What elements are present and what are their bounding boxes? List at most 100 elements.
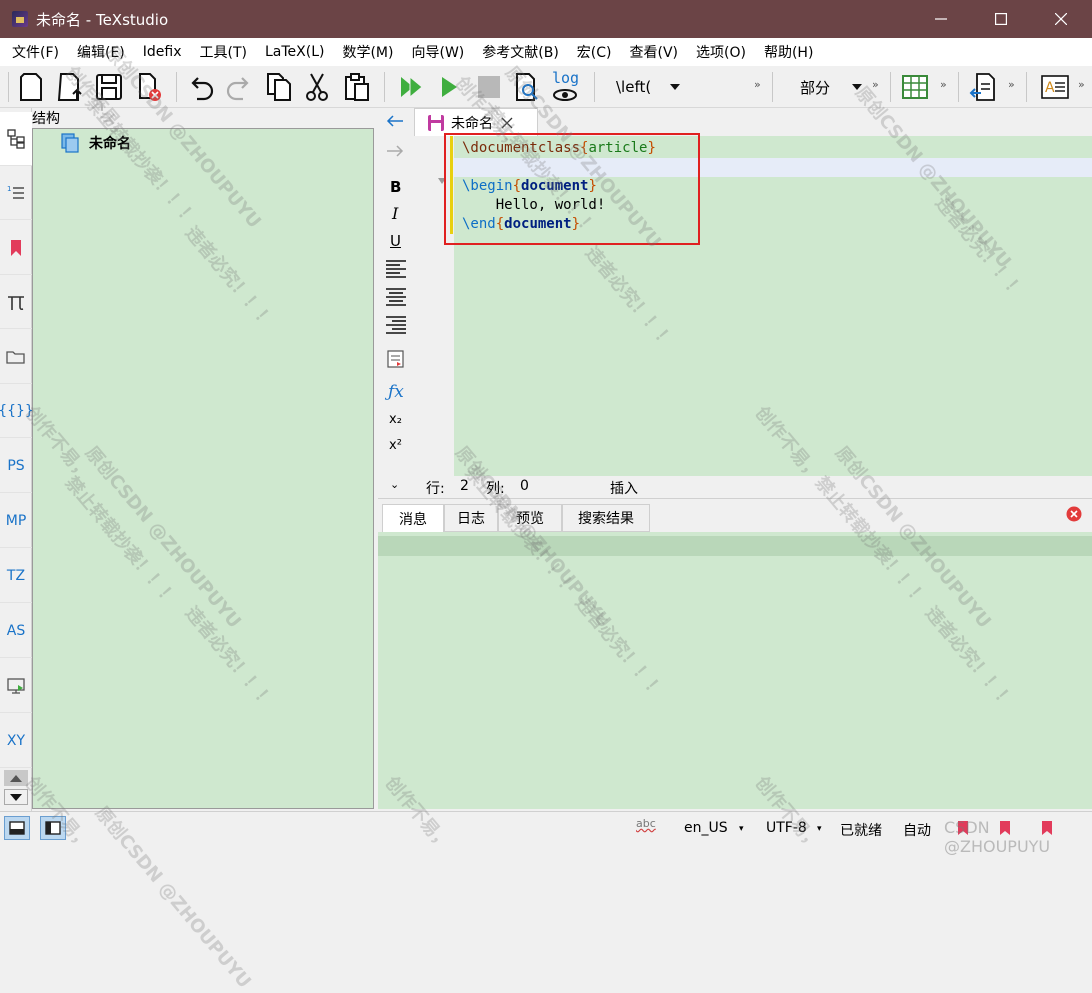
maximize-button[interactable]: [978, 0, 1024, 38]
close-window-button[interactable]: [1038, 0, 1084, 38]
close-panel-button[interactable]: [1066, 506, 1082, 526]
toolbar-separator: [8, 72, 9, 102]
spellcheck-icon[interactable]: abc: [636, 817, 656, 830]
compile-button[interactable]: [432, 70, 466, 104]
subscript-button[interactable]: x₂: [389, 412, 402, 427]
align-left-button[interactable]: [386, 260, 406, 282]
side-panel-bar: 1 {{}} PS MP TZ AS XY: [0, 108, 34, 811]
left-delimiter-combo[interactable]: \left(: [604, 73, 684, 101]
sidebar-item-tz[interactable]: TZ: [0, 549, 32, 603]
toggle-sidebar-button[interactable]: [4, 816, 30, 840]
code-argument: article: [588, 140, 648, 156]
toolbar-overflow[interactable]: »: [940, 78, 947, 91]
toolbar-overflow[interactable]: »: [872, 78, 879, 91]
bold-button[interactable]: B: [390, 178, 401, 196]
forward-button[interactable]: [386, 144, 404, 162]
toolbar-overflow[interactable]: »: [754, 78, 761, 91]
view-log-button[interactable]: log: [548, 69, 582, 104]
tab-preview[interactable]: 预览: [498, 504, 562, 532]
sidebar-item-as[interactable]: AS: [0, 604, 32, 658]
new-file-button[interactable]: [14, 70, 48, 104]
symbols-panel-button[interactable]: [0, 275, 32, 329]
chevron-down-icon: [670, 84, 680, 90]
menu-file[interactable]: 文件(F): [4, 42, 69, 62]
minimize-button[interactable]: [918, 0, 964, 38]
structure-panel-button[interactable]: [0, 112, 32, 166]
toggle-output-button[interactable]: [40, 816, 66, 840]
align-right-button[interactable]: [386, 316, 406, 338]
code-line: \begin{document}: [454, 177, 597, 196]
menu-edit[interactable]: 编辑(E): [69, 42, 135, 62]
sidebar-item-label: TZ: [6, 567, 26, 584]
encoding-selector[interactable]: UTF-8: [766, 820, 807, 836]
menu-tools[interactable]: 工具(T): [192, 42, 257, 62]
menu-bibliography[interactable]: 参考文献(B): [474, 42, 569, 62]
save-button[interactable]: [92, 70, 126, 104]
view-pdf-button[interactable]: [510, 70, 544, 104]
document-lines-icon: [387, 350, 404, 368]
build-and-view-button[interactable]: [394, 70, 428, 104]
tab-search-results[interactable]: 搜索结果: [562, 504, 650, 532]
sidebar-item-xy[interactable]: XY: [0, 714, 32, 768]
chevron-up-icon: [10, 774, 22, 782]
code-editor[interactable]: \documentclass{article} \begin{document}…: [414, 136, 1092, 476]
row-value: 2: [460, 478, 469, 494]
redo-button[interactable]: [222, 70, 256, 104]
structure-panel: 未命名: [32, 128, 374, 809]
text-style-button[interactable]: A: [1038, 70, 1072, 104]
tab-messages[interactable]: 消息: [382, 504, 444, 532]
numbered-list-icon: 1: [7, 185, 24, 199]
sidebar-item-ps[interactable]: PS: [0, 439, 32, 493]
structure-root-node[interactable]: 未命名: [61, 133, 131, 153]
new-from-template-button[interactable]: [54, 70, 88, 104]
toolbar-overflow[interactable]: »: [1078, 78, 1085, 91]
preview-panel-button[interactable]: [0, 659, 32, 713]
scroll-down-button[interactable]: [4, 789, 28, 805]
cut-icon: [306, 73, 328, 101]
language-selector[interactable]: en_US: [684, 820, 728, 836]
copy-button[interactable]: [262, 70, 296, 104]
fold-icon[interactable]: [438, 178, 446, 184]
view-pdf-icon: [516, 73, 538, 101]
chevron-double-down-icon[interactable]: ⌄: [390, 478, 399, 491]
undo-icon: [191, 77, 214, 101]
align-center-button[interactable]: [386, 288, 406, 310]
toc-panel-button[interactable]: 1: [0, 166, 32, 220]
close-document-button[interactable]: [132, 70, 166, 104]
italic-button[interactable]: I: [392, 204, 398, 223]
menu-view[interactable]: 查看(V): [622, 42, 689, 62]
close-tab-icon[interactable]: [501, 117, 513, 129]
tabular-button[interactable]: [898, 70, 932, 104]
menu-latex[interactable]: LaTeX(L): [257, 44, 334, 60]
menu-wizards[interactable]: 向导(W): [403, 42, 474, 62]
code-environment: document: [504, 216, 572, 232]
insert-ref-button[interactable]: [966, 70, 1000, 104]
superscript-button[interactable]: x²: [389, 438, 402, 453]
math-mode-button[interactable]: ƒx: [388, 382, 404, 402]
section-combo[interactable]: 部分: [786, 73, 866, 101]
tab-log[interactable]: 日志: [444, 504, 498, 532]
files-panel-button[interactable]: [0, 330, 32, 384]
back-button[interactable]: [386, 114, 404, 132]
underline-button[interactable]: U: [390, 232, 401, 250]
cut-button[interactable]: [300, 70, 334, 104]
menu-math[interactable]: 数学(M): [334, 42, 403, 62]
menu-help[interactable]: 帮助(H): [756, 42, 823, 62]
code-area[interactable]: \documentclass{article} \begin{document}…: [454, 136, 1092, 476]
menu-options[interactable]: 选项(O): [688, 42, 756, 62]
scroll-up-button[interactable]: [4, 770, 28, 786]
new-line-button[interactable]: [387, 350, 405, 372]
code-line: \end{document}: [454, 215, 580, 234]
tab-untitled[interactable]: 未命名: [414, 108, 538, 136]
menu-macros[interactable]: 宏(C): [569, 42, 622, 62]
toolbar-overflow[interactable]: »: [1008, 78, 1015, 91]
sidebar-item-mp[interactable]: MP: [0, 494, 32, 548]
auto-mode[interactable]: 自动: [903, 820, 931, 840]
menu-idefix[interactable]: Idefix: [135, 44, 192, 60]
macros-panel-button[interactable]: {{}}: [0, 384, 34, 438]
paste-button[interactable]: [340, 70, 374, 104]
bookmarks-panel-button[interactable]: [0, 221, 32, 275]
undo-button[interactable]: [184, 70, 218, 104]
stop-compile-button[interactable]: [472, 70, 506, 104]
arrow-right-icon: [387, 145, 404, 157]
